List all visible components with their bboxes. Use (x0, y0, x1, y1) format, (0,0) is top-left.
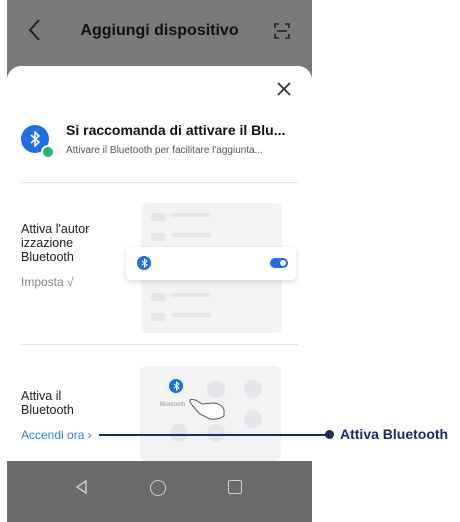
callout-line (99, 434, 328, 436)
page-title: Aggiungi dispositivo (80, 22, 239, 39)
check-icon (41, 145, 55, 159)
phone-screen: Aggiungi dispositivo Si raccomanda di at… (7, 0, 312, 522)
bluetooth-icon (137, 256, 151, 270)
recommendation-subtitle: Attivare il Bluetooth per facilitare l'a… (66, 145, 264, 156)
recommendation-title: Si raccomanda di attivare il Blu... (66, 122, 286, 138)
bluetooth-sheet: Si raccomanda di attivare il Blu... Atti… (7, 66, 312, 461)
step2-title: Attiva il Bluetooth (21, 389, 74, 417)
scan-icon[interactable] (274, 23, 290, 39)
bluetooth-icon (169, 379, 183, 393)
settings-link[interactable]: Imposta √ (21, 275, 74, 289)
turn-on-link[interactable]: Accendi ora › (21, 428, 92, 442)
divider (21, 182, 298, 183)
top-bar: Aggiungi dispositivo (7, 0, 312, 62)
step1-title: Attiva l'autor izzazione Bluetooth (21, 222, 90, 264)
bluetooth-toggle-card (126, 247, 296, 280)
bluetooth-icon (30, 131, 41, 147)
navigation-bar (7, 461, 312, 522)
hand-pointer-icon (189, 399, 225, 420)
close-icon[interactable] (276, 81, 292, 97)
bluetooth-badge-icon (21, 125, 55, 159)
callout-label: Attiva Bluetooth (340, 426, 449, 442)
callout-dot (325, 430, 334, 439)
nav-recent-icon[interactable] (228, 480, 242, 494)
divider (21, 344, 298, 345)
bluetooth-toggle (270, 258, 288, 268)
nav-home-icon[interactable] (150, 480, 166, 496)
illustration-label: Bluetooth (160, 402, 186, 408)
bluetooth-illustration: Bluetooth (140, 366, 281, 461)
nav-back-icon[interactable] (75, 480, 87, 494)
